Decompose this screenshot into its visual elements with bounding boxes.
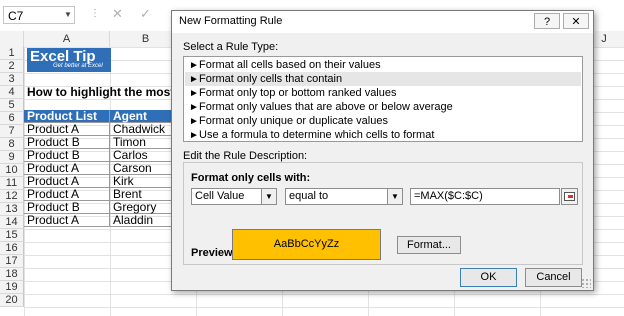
help-button[interactable]: ? [534,13,560,29]
dialog-title: New Formatting Rule [179,15,283,27]
rule-type-label: Format only unique or duplicate values [199,115,388,127]
rule-arrow-icon: ► [189,60,199,71]
rule-type-item[interactable]: ►Format only cells that contain [185,72,581,86]
row-header[interactable]: 17 [0,255,24,268]
new-formatting-rule-dialog: New Formatting Rule ? ✕ Select a Rule Ty… [171,10,594,291]
row-header[interactable]: 7 [0,125,24,138]
cancel-entry-icon[interactable]: ✕ [112,6,123,22]
row-header[interactable]: 18 [0,268,24,281]
format-only-cells-with-label: Format only cells with: [191,172,311,184]
operator-select[interactable]: equal to ▼ [285,188,403,205]
row-header[interactable]: 15 [0,229,24,242]
row-header[interactable]: 6 [0,112,24,125]
resize-grip-icon[interactable] [581,278,591,288]
rule-arrow-icon: ► [189,74,199,85]
row-header[interactable]: 11 [0,177,24,190]
column-header-j[interactable]: J [596,31,612,47]
row-header[interactable]: 20 [0,294,24,307]
rule-type-item[interactable]: ►Format only top or bottom ranked values [185,86,581,100]
table-cell[interactable]: Product A [24,214,110,227]
range-selector-button[interactable] [561,188,578,205]
row-header[interactable]: 4 [0,86,24,99]
rule-type-item[interactable]: ►Use a formula to determine which cells … [185,128,581,142]
rule-arrow-icon: ► [189,102,199,113]
format-preview: AaBbCcYyZz [232,229,381,260]
rule-arrow-icon: ► [189,130,199,141]
row-header[interactable]: 8 [0,138,24,151]
close-button[interactable]: ✕ [563,13,589,29]
rule-description-panel: Format only cells with: Cell Value ▼ equ… [183,162,583,265]
format-button[interactable]: Format... [397,236,461,254]
row-header[interactable]: 13 [0,203,24,216]
row-header[interactable]: 9 [0,151,24,164]
row-header[interactable]: 16 [0,242,24,255]
rule-type-item[interactable]: ►Format all cells based on their values [185,58,581,72]
excel-tip-logo: Excel Tip Get better at Excel [27,48,111,72]
row-header[interactable]: 19 [0,281,24,294]
formula-bar-grip-icon: ⋮ [90,8,100,19]
collapse-dialog-icon [564,192,575,201]
rule-type-label: Format only cells that contain [199,73,343,85]
name-box-dropdown-icon[interactable]: ▼ [64,6,72,24]
rule-type-item[interactable]: ►Format only values that are above or be… [185,100,581,114]
rule-type-list[interactable]: ►Format all cells based on their values ►… [183,56,583,142]
rule-type-label: Use a formula to determine which cells t… [199,129,435,141]
dialog-titlebar[interactable]: New Formatting Rule ? ✕ [172,11,593,33]
preview-label: Preview: [191,247,237,259]
condition-type-select[interactable]: Cell Value ▼ [191,188,277,205]
row-header[interactable]: 12 [0,190,24,203]
cancel-button[interactable]: Cancel [525,268,582,287]
enter-entry-icon[interactable]: ✓ [140,6,151,22]
operator-value: equal to [289,190,329,202]
row-header[interactable]: 3 [0,73,24,86]
rule-arrow-icon: ► [189,116,199,127]
logo-tagline: Get better at Excel [53,63,103,69]
rule-type-label: Format all cells based on their values [199,59,381,71]
sheet-heading: How to highlight the most [27,85,175,99]
chevron-down-icon[interactable]: ▼ [387,189,402,204]
row-header[interactable]: 10 [0,164,24,177]
edit-rule-description-label: Edit the Rule Description: [183,150,308,162]
row-header[interactable]: 2 [0,60,24,73]
row-header[interactable]: 5 [0,99,24,112]
select-rule-type-label: Select a Rule Type: [183,41,279,53]
condition-type-value: Cell Value [195,190,245,202]
row-header[interactable]: 1 [0,47,24,60]
row-header[interactable]: 14 [0,216,24,229]
rule-type-label: Format only top or bottom ranked values [199,87,397,99]
rule-type-item[interactable]: ►Format only unique or duplicate values [185,114,581,128]
column-header-a[interactable]: A [24,31,110,47]
rule-type-label: Format only values that are above or bel… [199,101,453,113]
select-all-corner[interactable] [0,31,24,47]
ok-button[interactable]: OK [460,268,517,287]
rule-arrow-icon: ► [189,88,199,99]
chevron-down-icon[interactable]: ▼ [261,189,276,204]
formula-input[interactable]: =MAX($C:$C) [410,188,560,205]
